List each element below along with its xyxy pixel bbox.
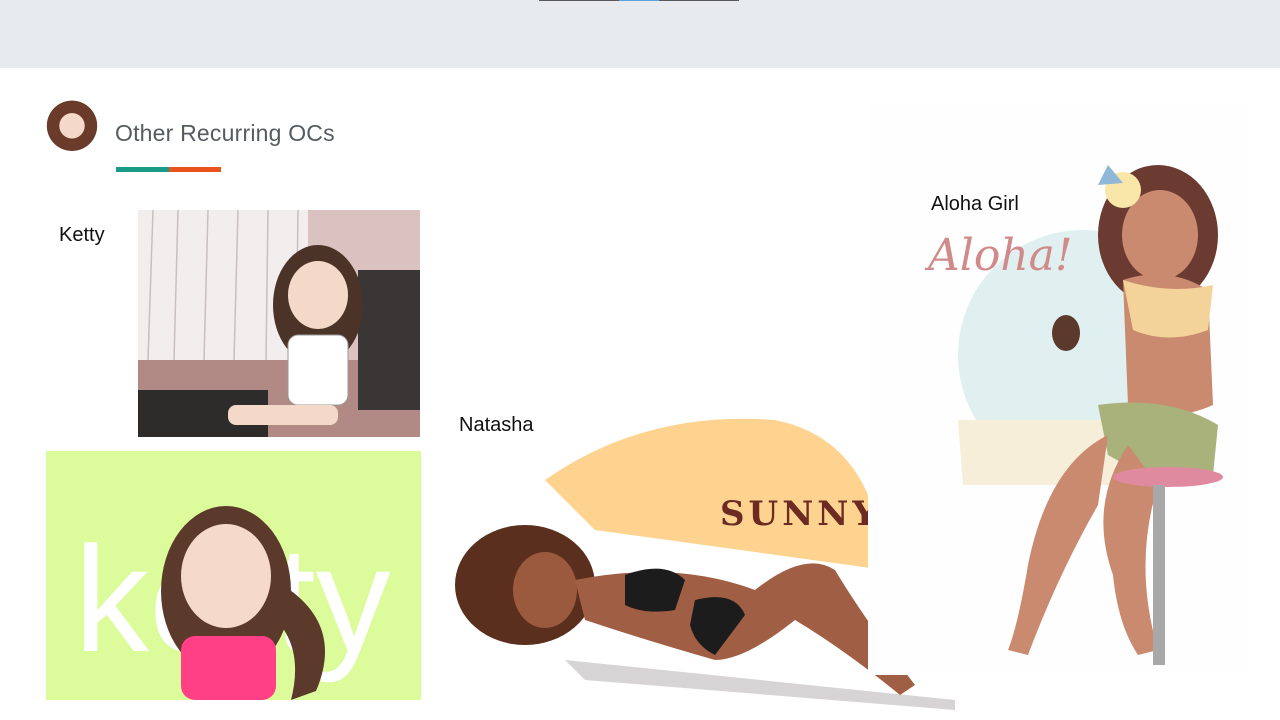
nav-tab-indicator: [539, 0, 739, 1]
section-title: Other Recurring OCs: [115, 120, 335, 146]
character-label-aloha-girl: Aloha Girl: [931, 193, 1019, 215]
underline-orange-segment: [169, 167, 221, 172]
ketty-desk-artwork[interactable]: [138, 210, 420, 437]
aloha-art-text: Aloha!: [924, 230, 1073, 281]
section-title-underline: [116, 167, 221, 172]
underline-teal-segment: [116, 167, 169, 172]
author-avatar-icon: [44, 95, 100, 151]
character-label-ketty: Ketty: [59, 224, 105, 246]
top-navigation-bar: [0, 0, 1280, 68]
ketty-banner-artwork[interactable]: ketty: [46, 451, 421, 700]
natasha-art-text: SUNNY: [720, 494, 881, 534]
aloha-girl-artwork[interactable]: Aloha!: [868, 105, 1248, 675]
